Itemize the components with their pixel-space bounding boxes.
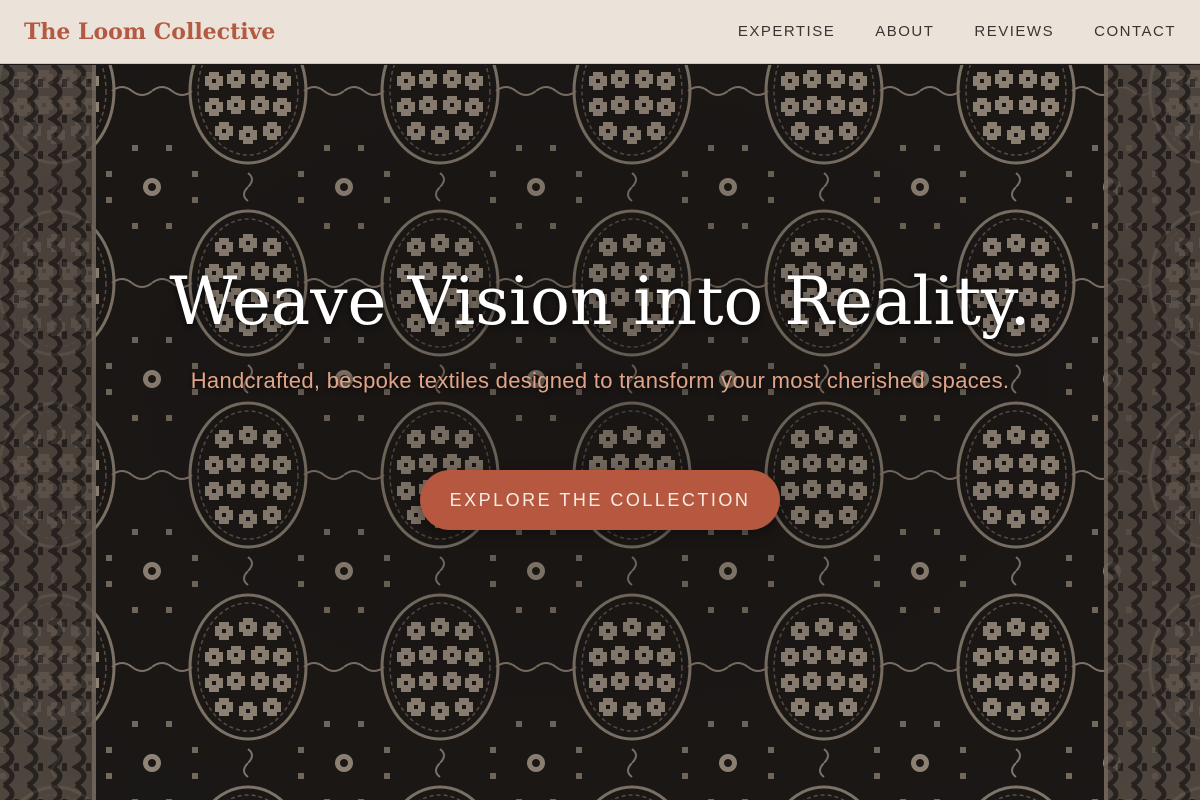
- main-nav: EXPERTISE ABOUT REVIEWS CONTACT: [698, 23, 1176, 40]
- nav-link-contact[interactable]: CONTACT: [1094, 23, 1176, 40]
- site-header: The Loom Collective EXPERTISE ABOUT REVI…: [0, 0, 1200, 64]
- nav-link-expertise[interactable]: EXPERTISE: [738, 23, 835, 40]
- hero-section: Weave Vision into Reality. Handcrafted, …: [0, 65, 1200, 800]
- hero-content: Weave Vision into Reality. Handcrafted, …: [0, 65, 1200, 800]
- brand-logo[interactable]: The Loom Collective: [24, 19, 275, 45]
- nav-link-reviews[interactable]: REVIEWS: [974, 23, 1054, 40]
- nav-link-about[interactable]: ABOUT: [875, 23, 934, 40]
- hero-headline: Weave Vision into Reality.: [169, 263, 1031, 340]
- hero-tagline: Handcrafted, bespoke textiles designed t…: [190, 368, 1010, 393]
- explore-collection-button[interactable]: EXPLORE THE COLLECTION: [420, 470, 780, 530]
